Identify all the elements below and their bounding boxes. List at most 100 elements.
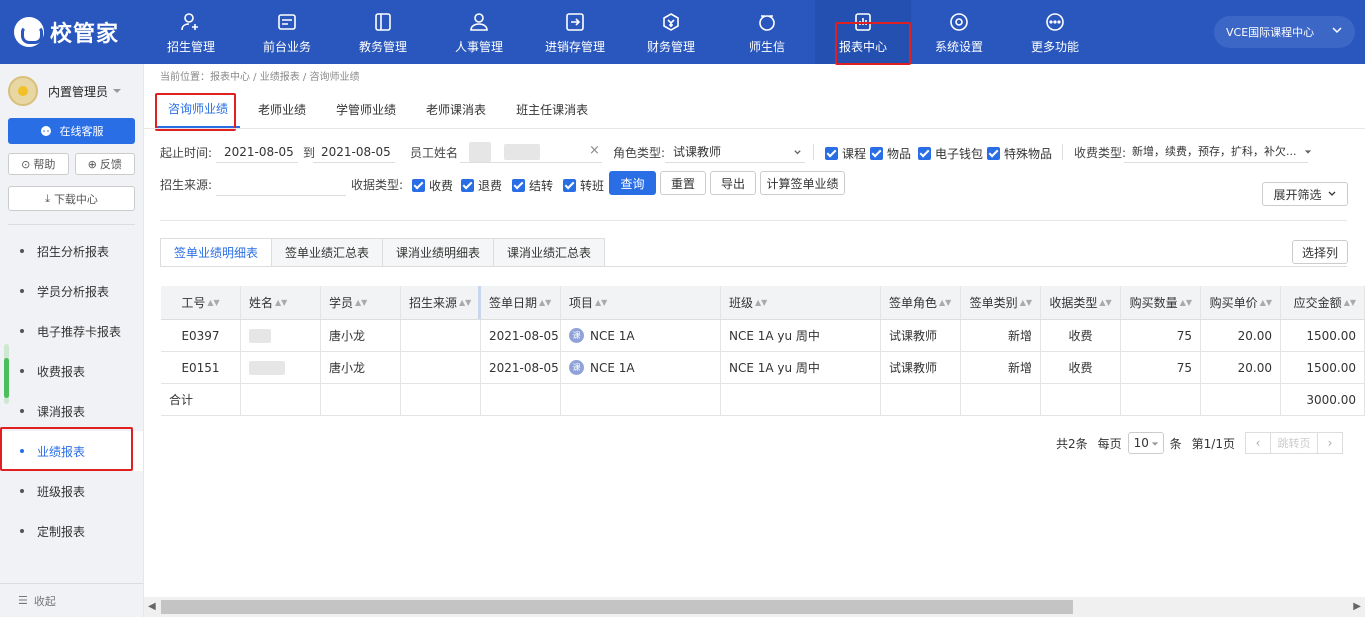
tab-advisor-performance[interactable]: 学管师业绩 — [324, 90, 408, 128]
logo-icon — [14, 17, 44, 47]
sort-icon: ▲▼ — [1099, 298, 1112, 307]
tab-sign-summary[interactable]: 签单业绩汇总表 — [272, 238, 384, 267]
download-icon: ⤓ — [45, 191, 50, 205]
sidebar-item-custom-report[interactable]: 定制报表 — [0, 511, 143, 551]
chat-icon — [759, 15, 775, 31]
scroll-left-icon[interactable]: ◀ — [148, 601, 156, 612]
cell-role: 试课教师 — [881, 352, 961, 383]
col-header-id[interactable]: 工号 ▲▼ — [161, 286, 241, 319]
table-row[interactable]: E0151 唐小龙 2021-08-05 课 NCE 1A NCE 1A yu 周… — [161, 352, 1365, 384]
feedback-button[interactable]: ⊕ 反馈 — [74, 153, 135, 175]
tab-consultant-performance[interactable]: 咨询师业绩 — [156, 90, 241, 128]
tab-teacher-consumption[interactable]: 老师课消表 — [414, 90, 498, 128]
sidebar-item-consumption-report[interactable]: 课消报表 — [0, 391, 143, 431]
nav-hr[interactable]: 人事管理 — [431, 0, 527, 64]
help-button[interactable]: ⊙ 帮助 — [8, 153, 69, 175]
nav-enrollment[interactable]: 招生管理 — [143, 0, 239, 64]
sort-icon: ▲▼ — [1179, 298, 1192, 307]
checkbox-icon — [987, 147, 1000, 160]
nav-finance[interactable]: 财务管理 — [623, 0, 719, 64]
nav-reports[interactable]: 报表中心 — [815, 0, 911, 64]
cell-project: 课 NCE 1A — [561, 352, 721, 383]
calc-performance-button[interactable]: 计算签单业绩 — [760, 171, 845, 195]
tab-sign-detail[interactable]: 签单业绩明细表 — [160, 238, 273, 267]
date-from-input[interactable]: 2021-08-05 — [216, 141, 298, 163]
tab-teacher-performance[interactable]: 老师业绩 — [246, 90, 318, 128]
prev-page-button[interactable]: ‹ — [1245, 432, 1271, 454]
col-header-qty[interactable]: 购买数量 ▲▼ — [1121, 286, 1201, 319]
nav-inventory[interactable]: 进销存管理 — [527, 0, 623, 64]
sidebar-item-referral-report[interactable]: 电子推荐卡报表 — [0, 311, 143, 351]
checkbox-carryover[interactable]: 结转 — [512, 177, 553, 194]
checkbox-icon — [512, 179, 525, 192]
col-header-amount[interactable]: 应交金额 ▲▼ — [1281, 286, 1365, 319]
date-to-input[interactable]: 2021-08-05 — [313, 141, 395, 163]
feedback-label: 反馈 — [99, 158, 122, 171]
app-logo[interactable]: 校管家 — [14, 14, 119, 50]
scrollbar-thumb[interactable] — [161, 600, 1073, 614]
col-header-category[interactable]: 签单类别 ▲▼ — [961, 286, 1041, 319]
nav-academic[interactable]: 教务管理 — [335, 0, 431, 64]
fee-type-select[interactable]: 新增，续费，预存，扩科，补欠... — [1124, 141, 1308, 163]
col-header-project[interactable]: 项目 ▲▼ — [561, 286, 721, 319]
online-service-button[interactable]: 在线客服 — [8, 118, 135, 144]
user-menu[interactable]: 内置管理员 — [8, 76, 122, 106]
clear-staff-icon[interactable]: × — [589, 143, 600, 158]
checkbox-charge[interactable]: 收费 — [412, 177, 453, 194]
query-button[interactable]: 查询 — [609, 171, 656, 195]
download-center-button[interactable]: ⤓ 下载中心 — [8, 186, 135, 211]
scroll-right-icon[interactable]: ▶ — [1353, 601, 1361, 612]
checkbox-refund[interactable]: 退费 — [461, 177, 502, 194]
select-columns-button[interactable]: 选择列 — [1292, 240, 1348, 264]
col-header-name[interactable]: 姓名 ▲▼ — [241, 286, 321, 319]
tab-consume-detail[interactable]: 课消业绩明细表 — [383, 238, 495, 267]
help-icon: ⊙ — [21, 157, 31, 171]
col-header-price[interactable]: 购买单价 ▲▼ — [1201, 286, 1281, 319]
user-name: 内置管理员 — [48, 84, 109, 99]
caret-down-icon — [1151, 442, 1158, 446]
role-type-select[interactable]: 试课教师 — [665, 141, 805, 163]
page-size-select[interactable]: 10 — [1127, 432, 1164, 454]
checkbox-transfer[interactable]: 转班 — [563, 177, 604, 194]
col-header-class[interactable]: 班级 ▲▼ — [721, 286, 881, 319]
sidebar-item-class-report[interactable]: 班级报表 — [0, 471, 143, 511]
table-row[interactable]: E0397 唐小龙 2021-08-05 课 NCE 1A NCE 1A yu 周… — [161, 320, 1365, 352]
sidebar-item-student-report[interactable]: 学员分析报表 — [0, 271, 143, 311]
sort-icon: ▲▼ — [1259, 298, 1272, 307]
checkbox-goods[interactable]: 物品 — [870, 145, 911, 162]
sidebar-item-enrollment-report[interactable]: 招生分析报表 — [0, 231, 143, 271]
checkbox-ewallet[interactable]: 电子钱包 — [918, 145, 983, 162]
col-header-role[interactable]: 签单角色 ▲▼ — [881, 286, 961, 319]
source-select[interactable] — [216, 174, 346, 196]
sidebar-item-performance-report[interactable]: 业绩报表 — [0, 431, 143, 471]
reset-button[interactable]: 重置 — [660, 171, 706, 195]
checkbox-special-goods[interactable]: 特殊物品 — [987, 145, 1052, 162]
checkbox-course[interactable]: 课程 — [825, 145, 866, 162]
col-header-source[interactable]: 招生来源 ▲▼ — [401, 286, 481, 319]
tab-headteacher-consumption[interactable]: 班主任课消表 — [504, 90, 600, 128]
checkbox-icon — [461, 179, 474, 192]
expand-filters-button[interactable]: 展开筛选 — [1262, 182, 1348, 206]
sidebar-item-fee-report[interactable]: 收费报表 — [0, 351, 143, 391]
col-header-date[interactable]: 签单日期 ▲▼ — [481, 286, 561, 319]
cell-id: E0397 — [161, 320, 241, 351]
jump-page-input[interactable]: 跳转页 — [1271, 432, 1317, 454]
org-switcher[interactable]: VCE国际课程中心 — [1214, 16, 1355, 48]
nav-more[interactable]: 更多功能 — [1007, 0, 1103, 64]
col-header-receipt[interactable]: 收据类型 ▲▼ — [1041, 286, 1121, 319]
nav-frontdesk[interactable]: 前台业务 — [239, 0, 335, 64]
export-button[interactable]: 导出 — [710, 171, 756, 195]
nav-messages[interactable]: 师生信 — [719, 0, 815, 64]
cell-class: NCE 1A yu 周中 — [721, 352, 881, 383]
col-header-student[interactable]: 学员 ▲▼ — [321, 286, 401, 319]
collapse-sidebar-button[interactable]: ☰ 收起 — [0, 583, 143, 617]
source-label: 招生来源: — [160, 178, 213, 192]
next-page-button[interactable]: › — [1317, 432, 1343, 454]
horizontal-scrollbar[interactable]: ◀ ▶ — [144, 597, 1365, 617]
cell-category: 新增 — [961, 352, 1041, 383]
caret-down-icon — [1304, 150, 1312, 154]
tab-divider — [144, 128, 1365, 129]
report-icon — [855, 13, 871, 31]
nav-settings[interactable]: 系统设置 — [911, 0, 1007, 64]
tab-consume-summary[interactable]: 课消业绩汇总表 — [494, 238, 606, 267]
